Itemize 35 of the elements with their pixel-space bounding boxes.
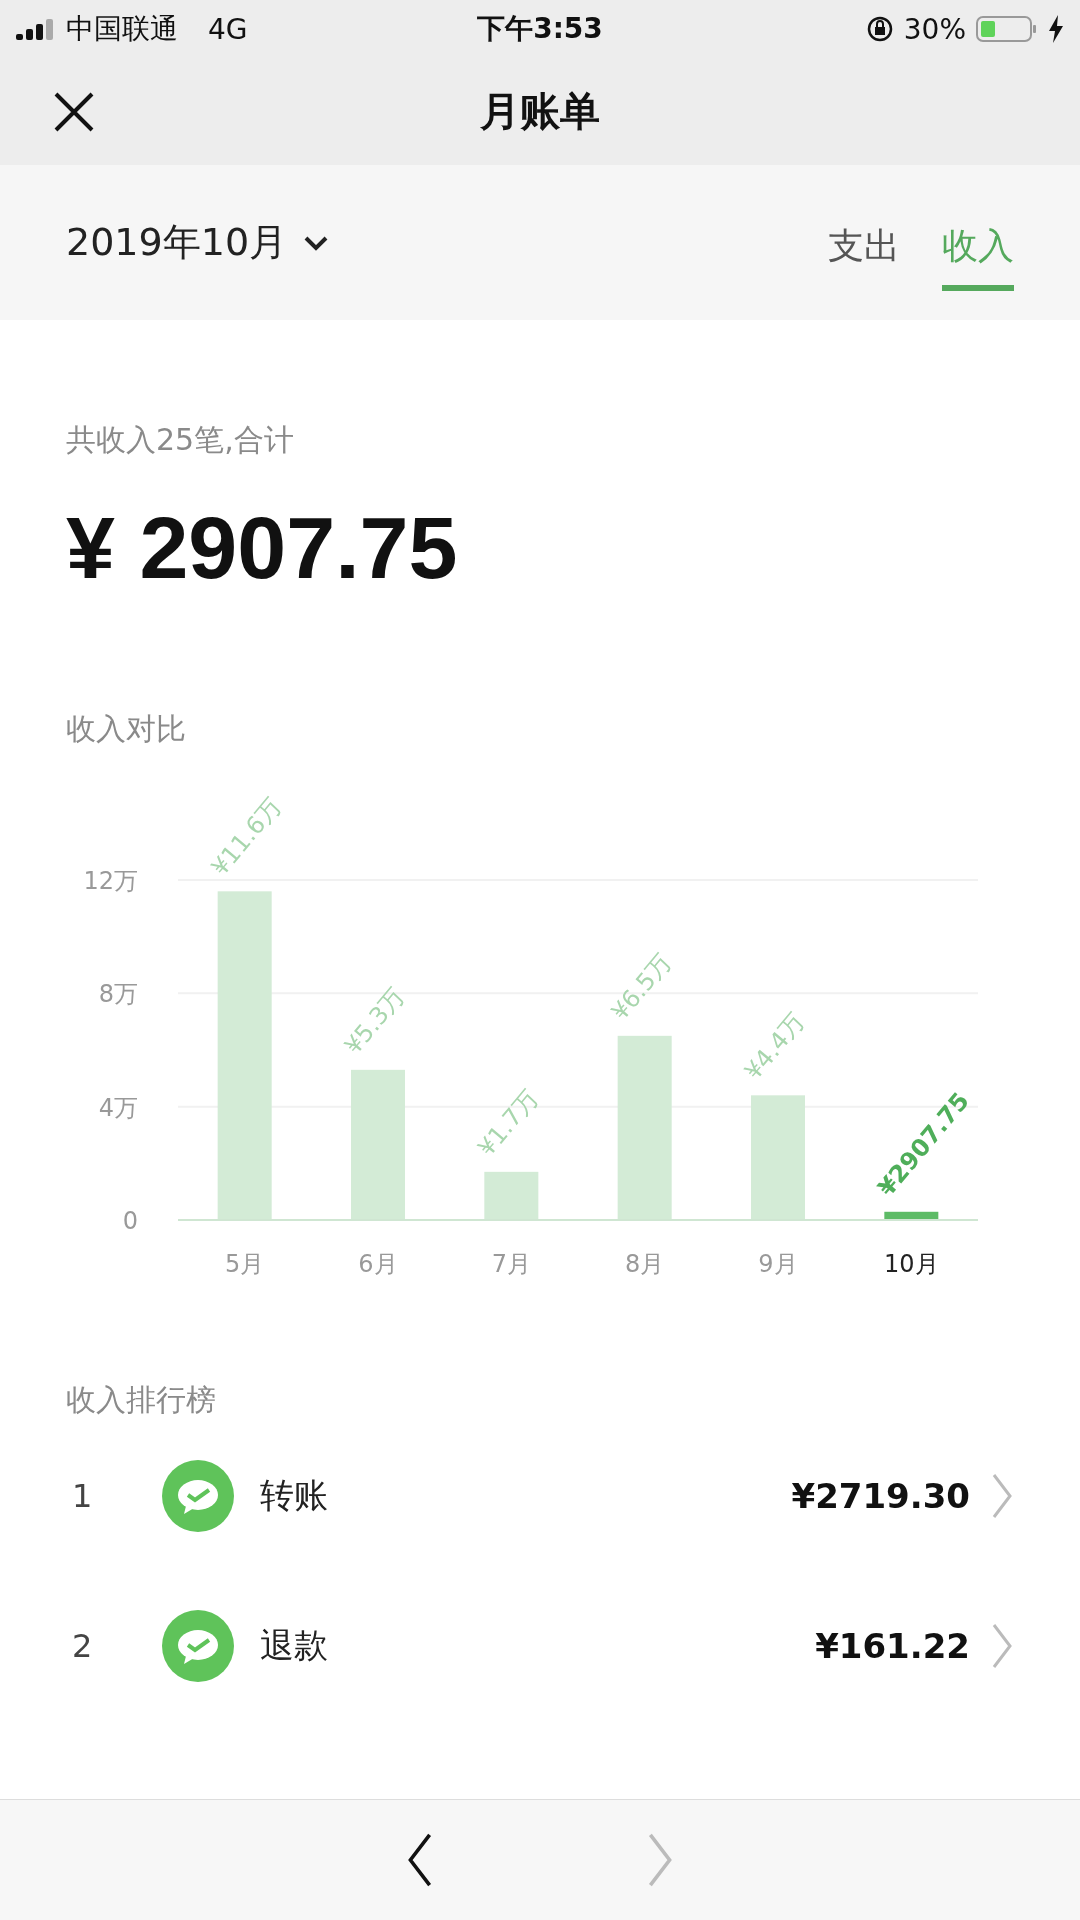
category-amount: ¥2719.30	[791, 1476, 970, 1516]
total-amount: ¥ 2907.75	[66, 497, 459, 599]
rank-number: 1	[71, 1477, 94, 1515]
category-name: 退款	[260, 1624, 329, 1667]
rank-number: 2	[71, 1627, 94, 1665]
network-type: 4G	[208, 12, 248, 46]
y-axis-label: 4万	[98, 1093, 138, 1122]
battery-percent: 30%	[903, 12, 966, 46]
category-amount: ¥161.22	[815, 1626, 970, 1666]
summary-caption: 共收入25笔,合计	[66, 421, 295, 459]
signal-icon	[16, 18, 56, 40]
clock-time: 下午3:53	[477, 11, 603, 47]
x-axis-label: 7月	[491, 1250, 531, 1278]
x-axis-label: 10月	[884, 1250, 939, 1278]
x-axis-label: 8月	[625, 1250, 665, 1278]
carrier-name: 中国联通	[66, 11, 178, 47]
y-axis-label: 12万	[83, 867, 138, 895]
chart-title: 收入对比	[66, 710, 187, 748]
y-axis-label: 0	[122, 1207, 138, 1235]
bar	[884, 1211, 939, 1220]
chat-check-icon	[162, 1460, 234, 1532]
rotation-lock-icon	[865, 15, 894, 43]
tab[interactable]: 支出	[828, 208, 900, 291]
category-name: 转账	[260, 1474, 329, 1517]
ranking-title: 收入排行榜	[66, 1381, 217, 1419]
month-picker[interactable]: 2019年10月	[66, 217, 786, 268]
y-axis-label: 8万	[98, 980, 138, 1009]
charging-bolt-icon	[1048, 15, 1064, 43]
x-axis-label: 9月	[758, 1250, 798, 1278]
x-axis-label: 5月	[225, 1250, 265, 1278]
chat-check-icon	[162, 1610, 234, 1682]
page-title: 月账单	[480, 87, 600, 136]
chevron-down-icon	[303, 234, 330, 251]
battery-icon	[976, 15, 1038, 43]
x-axis-label: 6月	[358, 1250, 398, 1278]
